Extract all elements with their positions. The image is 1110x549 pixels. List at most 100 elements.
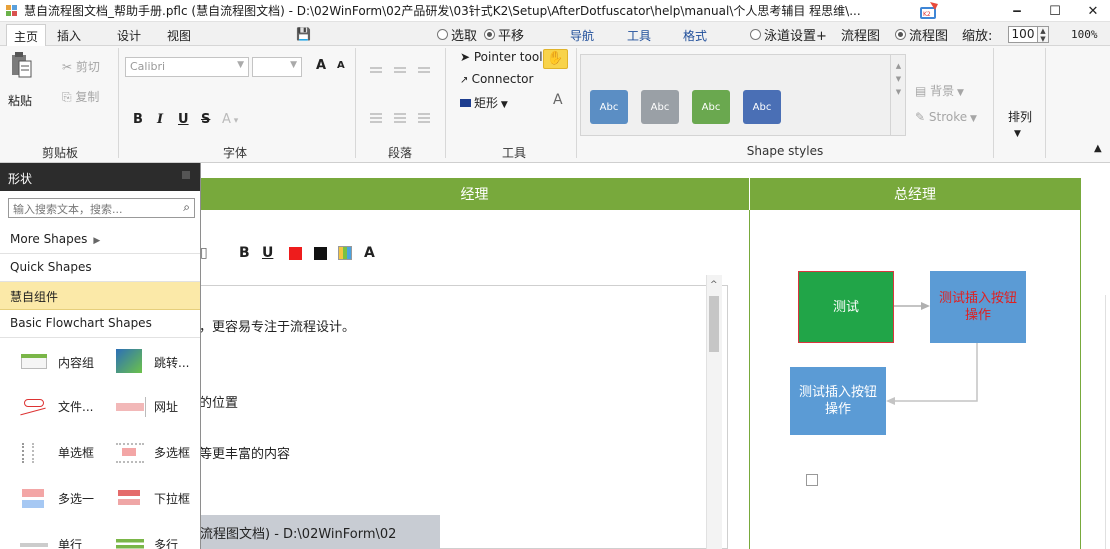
zoom-input[interactable]: 100 <box>1008 26 1038 43</box>
shape-content-group[interactable]: 内容组 <box>18 347 94 377</box>
connector-tool-button[interactable]: ↗ Connector <box>460 72 533 86</box>
pan-radio-icon <box>484 29 495 40</box>
shape-jump[interactable]: 跳转... <box>114 347 189 377</box>
close-button[interactable]: ✕ <box>1078 0 1108 22</box>
select-mode-toggle[interactable]: 选取 <box>437 25 477 44</box>
font-name-select[interactable]: Calibri ▼ <box>125 57 249 77</box>
save-icon[interactable]: 💾 <box>296 27 311 41</box>
doc-line: ，更容易专注于流程设计。 <box>199 320 356 335</box>
copy-button[interactable]: ⎘ 复制 <box>62 88 99 105</box>
arrange-button[interactable]: 排列 ▼ <box>1008 108 1032 139</box>
italic-button[interactable]: I <box>157 112 163 127</box>
tab-design[interactable]: 设计 <box>117 27 141 44</box>
clipboard-group-label: 剪贴板 <box>41 146 78 160</box>
shapes-panel-header: 形状 <box>0 163 200 191</box>
shape-file[interactable]: 文件... <box>18 391 93 421</box>
font-size-select[interactable]: ▼ <box>252 57 302 77</box>
bold-button-inline[interactable]: B <box>239 245 250 261</box>
group-divider <box>993 48 994 158</box>
editor-scroll-thumb[interactable] <box>709 296 719 352</box>
canvas-checkbox[interactable] <box>806 474 818 486</box>
format-link[interactable]: 格式 <box>683 27 707 44</box>
menu-bar: 主页 插入 设计 视图 💾 选取 平移 导航 工具 格式 泳道设置+ 流程图 流… <box>0 22 1110 46</box>
search-icon[interactable]: ⌕ <box>183 200 190 215</box>
maximize-button[interactable]: ☐ <box>1040 0 1070 22</box>
text-tool-button[interactable]: A <box>553 92 563 108</box>
strikethrough-button[interactable]: S <box>201 112 210 127</box>
gallery-scroll[interactable]: ▲ ▼ ▼ <box>890 54 906 136</box>
flow-node-insert-button[interactable]: 测试插入按钮操作 <box>930 271 1026 343</box>
tab-insert[interactable]: 插入 <box>57 27 81 44</box>
pointer-tool-button[interactable]: ➤ Pointer tool <box>460 50 543 64</box>
tools-group-label: 工具 <box>501 146 526 160</box>
rich-text-editor[interactable]: ，更容易专注于流程设计。 的位置 等更丰富的内容 <box>195 285 728 549</box>
svg-text:K2: K2 <box>923 11 931 18</box>
rectangle-tool-button[interactable]: 矩形 ▼ <box>460 94 508 111</box>
underline-button[interactable]: U <box>178 112 189 127</box>
pan-label: 平移 <box>498 29 525 44</box>
single-choice-icon <box>18 485 52 511</box>
shape-url[interactable]: 网址 <box>114 391 178 421</box>
background-button[interactable]: ▤ 背景 ▼ <box>915 82 964 99</box>
panel-item-basic-flowchart[interactable]: Basic Flowchart Shapes <box>0 310 200 338</box>
shape-single-choice[interactable]: 多选一 <box>18 483 94 513</box>
shape-dropdown[interactable]: 下拉框 <box>114 483 190 513</box>
pan-tool-button[interactable]: ✋ <box>543 49 568 69</box>
underline-button-inline[interactable]: U <box>262 245 273 261</box>
shape-single-line[interactable]: 单行 <box>18 529 82 549</box>
url-icon <box>114 393 148 419</box>
shape-style-dark-blue[interactable]: Abc <box>743 90 781 124</box>
shape-multi-line[interactable]: 多行 <box>114 529 178 549</box>
panel-title: 形状 <box>8 172 33 186</box>
zoom-spinner[interactable]: ▲ ▼ <box>1038 26 1049 43</box>
minimize-button[interactable]: ‒ <box>1002 0 1032 22</box>
rectangle-icon <box>460 99 471 107</box>
palette-icon[interactable] <box>338 246 352 260</box>
zoom-label: 缩放: <box>962 29 993 44</box>
shape-style-gray[interactable]: Abc <box>641 90 679 124</box>
red-color-swatch[interactable] <box>289 247 302 260</box>
single-line-icon <box>18 531 52 549</box>
nav-link[interactable]: 导航 <box>570 27 594 44</box>
swimlane-toggle[interactable]: 泳道设置+ <box>750 25 827 44</box>
shape-style-blue[interactable]: Abc <box>590 90 628 124</box>
flow-node-test[interactable]: 测试 <box>798 271 894 343</box>
panel-item-huizi-components[interactable]: 慧自组件 <box>0 282 200 310</box>
tab-home[interactable]: 主页 <box>6 24 47 46</box>
panel-item-quick-shapes[interactable]: Quick Shapes <box>0 254 200 282</box>
dropdown-icon <box>114 485 148 511</box>
flow-node-insert-button-2[interactable]: 测试插入按钮操作 <box>790 367 886 435</box>
text-style-button-inline[interactable]: A <box>364 245 375 261</box>
grow-font-button[interactable]: A <box>316 58 326 73</box>
shape-radio-box[interactable]: 单选框 <box>18 437 94 467</box>
shrink-font-button[interactable]: A <box>337 60 345 71</box>
panel-close-icon[interactable] <box>182 171 190 179</box>
doc-line: 等更丰富的内容 <box>199 447 291 462</box>
black-color-swatch[interactable] <box>314 247 327 260</box>
bold-button[interactable]: B <box>133 112 143 127</box>
shape-checkbox[interactable]: 多选框 <box>114 437 190 467</box>
flowchart-toggle-label: 流程图 <box>909 29 949 44</box>
paste-button[interactable]: 粘贴 <box>8 52 38 112</box>
align-icon[interactable]: ▯ <box>200 245 208 261</box>
hand-icon: ✋ <box>547 51 564 66</box>
shape-style-green[interactable]: Abc <box>692 90 730 124</box>
chevron-down-icon: ▼ <box>237 60 244 70</box>
zoom-percent: 100% <box>1071 28 1098 41</box>
canvas-edge <box>1105 295 1106 549</box>
pan-mode-toggle[interactable]: 平移 <box>484 25 524 44</box>
stroke-button[interactable]: ✎ Stroke ▼ <box>915 110 977 124</box>
tools-link[interactable]: 工具 <box>627 27 651 44</box>
scroll-up-icon[interactable]: ^ <box>710 280 718 290</box>
shape-search-input[interactable]: 输入搜索文本，搜索... ⌕ <box>8 198 195 218</box>
group-divider <box>445 48 446 158</box>
flowchart-toggle[interactable]: 流程图 <box>895 25 948 44</box>
font-color-button[interactable]: A ▾ <box>222 112 238 127</box>
panel-item-more-shapes[interactable]: More Shapes ▶ <box>0 226 200 254</box>
collapse-ribbon-button[interactable]: ▲ <box>1094 143 1102 154</box>
select-radio-icon <box>437 29 448 40</box>
cut-button[interactable]: ✂ 剪切 <box>62 58 100 75</box>
tab-view[interactable]: 视图 <box>167 27 191 44</box>
paragraph-group-label: 段落 <box>387 146 412 160</box>
group-divider <box>118 48 119 158</box>
